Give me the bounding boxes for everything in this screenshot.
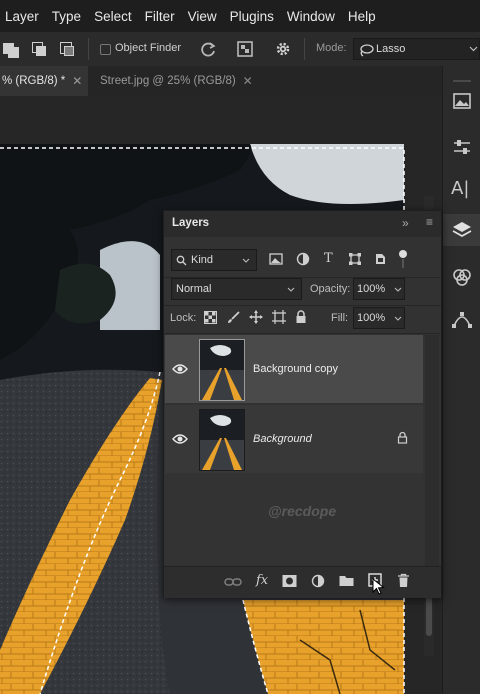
divider bbox=[164, 333, 441, 334]
lasso-icon bbox=[360, 44, 374, 57]
tab-street[interactable]: Street.jpg @ 25% (RGB/8) ✕ bbox=[92, 66, 270, 96]
fill-chevron-icon[interactable] bbox=[394, 316, 402, 321]
new-selection-icon[interactable] bbox=[2, 40, 20, 58]
divider bbox=[304, 38, 305, 60]
layer-list-empty-area: @recdope bbox=[165, 473, 423, 565]
chevron-down-icon bbox=[287, 287, 295, 292]
filter-toggle-icon[interactable] bbox=[399, 250, 407, 258]
menu-help[interactable]: Help bbox=[348, 9, 376, 24]
add-to-selection-icon[interactable] bbox=[30, 40, 48, 58]
menu-view[interactable]: View bbox=[188, 9, 217, 24]
filter-toggle-track bbox=[402, 259, 404, 268]
tab-label: Street.jpg @ 25% (RGB/8) bbox=[100, 75, 236, 87]
lock-artboard-icon[interactable] bbox=[272, 310, 286, 324]
mode-label: Mode: bbox=[316, 42, 347, 54]
lock-position-icon[interactable] bbox=[249, 310, 263, 324]
add-mask-icon[interactable] bbox=[282, 574, 297, 588]
document-tab-bar: % (RGB/8) * ✕ Street.jpg @ 25% (RGB/8) ✕… bbox=[0, 66, 480, 97]
fill-value: 100% bbox=[357, 312, 386, 324]
opacity-label: Opacity: bbox=[310, 283, 351, 295]
close-icon[interactable]: ✕ bbox=[72, 74, 82, 88]
menu-select[interactable]: Select bbox=[94, 9, 132, 24]
lock-all-icon[interactable] bbox=[295, 310, 307, 324]
image-icon[interactable] bbox=[451, 90, 473, 112]
lock-transparent-pixels-icon[interactable] bbox=[204, 311, 217, 324]
link-layers-icon[interactable] bbox=[224, 575, 242, 589]
filter-kind-label: Kind bbox=[191, 254, 214, 266]
object-finder-label: Object Finder bbox=[115, 42, 182, 54]
tab-label: % (RGB/8) * bbox=[2, 75, 66, 87]
layers-panel: Layers » ≡ Kind T Normal Opacity: 100% L… bbox=[163, 210, 442, 598]
lock-label: Lock: bbox=[170, 312, 197, 324]
opacity-chevron-icon[interactable] bbox=[394, 287, 402, 292]
new-group-icon[interactable] bbox=[339, 575, 354, 587]
strip-grip bbox=[453, 80, 471, 82]
collapse-icon[interactable]: » bbox=[402, 216, 409, 230]
show-all-objects-icon[interactable] bbox=[236, 40, 254, 58]
layer-name[interactable]: Background copy bbox=[253, 363, 338, 375]
divider bbox=[164, 305, 441, 306]
close-icon[interactable]: ✕ bbox=[243, 74, 253, 88]
paths-icon[interactable] bbox=[451, 308, 473, 330]
layers-scrollbar[interactable] bbox=[425, 335, 439, 567]
search-icon bbox=[176, 255, 187, 265]
blend-mode-dropdown[interactable]: Normal bbox=[171, 278, 302, 300]
lock-icon[interactable] bbox=[397, 431, 408, 444]
mode-dropdown[interactable]: Lasso bbox=[353, 38, 480, 60]
shape-layer-filter-icon[interactable] bbox=[348, 252, 362, 266]
layer-row-background[interactable]: Background bbox=[165, 405, 423, 473]
layers-tab-active[interactable] bbox=[443, 214, 480, 246]
divider bbox=[88, 38, 89, 60]
layers-icon bbox=[452, 222, 472, 238]
menu-window[interactable]: Window bbox=[287, 9, 335, 24]
layer-thumbnail bbox=[199, 339, 245, 401]
gear-icon[interactable] bbox=[274, 40, 292, 58]
layers-panel-title[interactable]: Layers bbox=[172, 217, 209, 229]
layer-thumbnail bbox=[199, 409, 245, 471]
eye-icon[interactable] bbox=[172, 433, 188, 445]
intersect-selection-icon[interactable] bbox=[58, 40, 76, 58]
fill-label: Fill: bbox=[331, 312, 349, 324]
layers-panel-header: Layers » ≡ bbox=[164, 211, 441, 237]
smart-object-filter-icon[interactable] bbox=[373, 252, 387, 266]
layer-name[interactable]: Background bbox=[253, 433, 312, 445]
mouse-cursor-icon bbox=[372, 578, 385, 595]
menu-bar: Layer Type Select Filter View Plugins Wi… bbox=[0, 0, 480, 32]
menu-filter[interactable]: Filter bbox=[145, 9, 175, 24]
menu-type[interactable]: Type bbox=[52, 9, 81, 24]
panel-icon-strip: A| bbox=[442, 66, 480, 694]
channels-icon[interactable] bbox=[451, 266, 473, 288]
object-finder-checkbox[interactable] bbox=[100, 44, 111, 55]
type-layer-filter-icon[interactable]: T bbox=[324, 251, 333, 266]
properties-icon[interactable] bbox=[451, 136, 473, 158]
character-icon[interactable]: A| bbox=[451, 178, 473, 200]
fx-icon[interactable]: fx bbox=[256, 573, 268, 588]
layers-panel-footer: fx bbox=[164, 566, 441, 598]
options-bar: Object Finder Mode: Lasso bbox=[0, 32, 480, 67]
new-adjustment-layer-icon[interactable] bbox=[311, 574, 325, 588]
lock-image-pixels-icon[interactable] bbox=[227, 311, 240, 324]
panel-menu-icon[interactable]: ≡ bbox=[426, 215, 433, 229]
tab-document-active[interactable]: % (RGB/8) * ✕ bbox=[0, 66, 88, 96]
blend-mode-value: Normal bbox=[176, 283, 212, 295]
layer-row-background-copy[interactable]: Background copy bbox=[165, 335, 423, 403]
watermark-text: @recdope bbox=[268, 503, 337, 519]
filter-kind-dropdown[interactable]: Kind bbox=[171, 249, 257, 271]
adjustment-layer-filter-icon[interactable] bbox=[296, 252, 310, 266]
menu-plugins[interactable]: Plugins bbox=[230, 9, 274, 24]
chevron-down-icon bbox=[242, 258, 250, 263]
eye-icon[interactable] bbox=[172, 363, 188, 375]
trash-icon[interactable] bbox=[397, 573, 410, 588]
menu-layer[interactable]: Layer bbox=[5, 9, 39, 24]
opacity-value: 100% bbox=[357, 283, 386, 295]
scrollbar-thumb[interactable] bbox=[426, 596, 432, 636]
pixel-layer-filter-icon[interactable] bbox=[269, 252, 283, 266]
mode-value: Lasso bbox=[376, 43, 406, 55]
chevron-down-icon bbox=[469, 46, 478, 52]
refresh-icon[interactable] bbox=[199, 40, 217, 58]
